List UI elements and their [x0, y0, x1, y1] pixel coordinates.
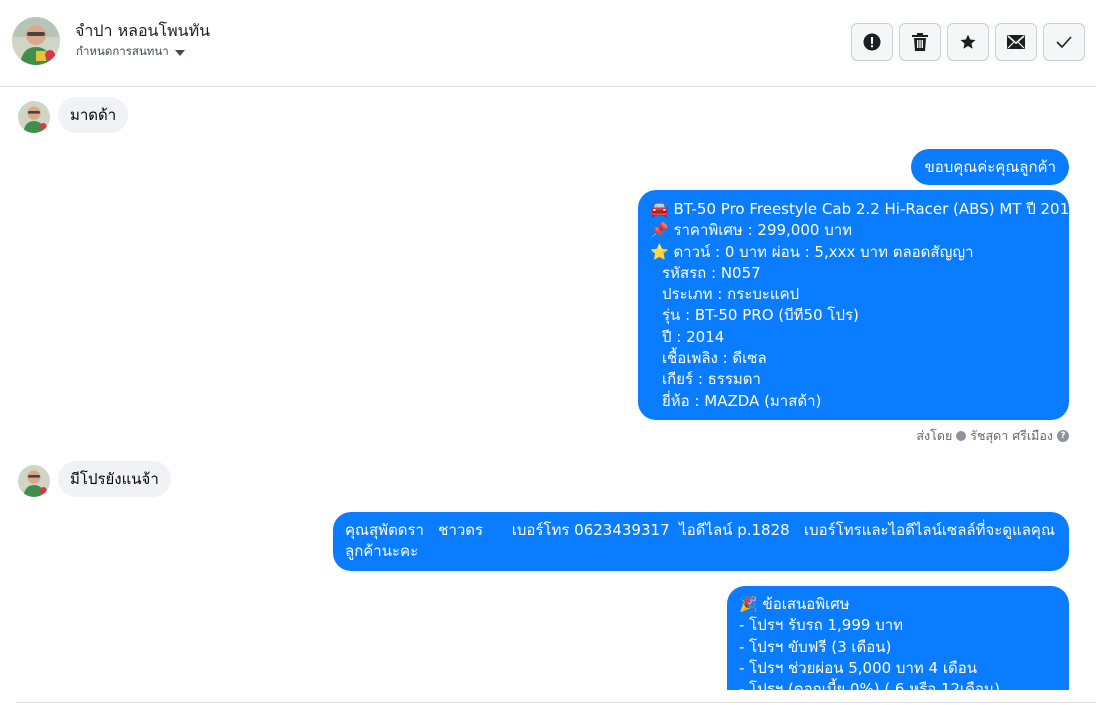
chevron-down-icon — [174, 49, 185, 56]
message-line: รหัสรถ : N057 — [662, 263, 761, 282]
help-icon[interactable]: ? — [1057, 430, 1069, 442]
mark-spam-button[interactable] — [851, 23, 893, 61]
message-line: คุณสุพัตดรา ชาวดร เบอร์โทร 0623439317 ไอ… — [345, 521, 1055, 539]
contact-avatar — [18, 101, 50, 133]
message-line: รุ่น : BT-50 PRO (บีที50 โปร) — [662, 306, 859, 325]
outgoing-message-car-details: 🚘 BT-50 Pro Freestyle Cab 2.2 Hi-Racer (… — [638, 190, 1079, 420]
mark-unread-button[interactable] — [995, 23, 1037, 61]
incoming-message: มาดด้า — [58, 97, 129, 133]
sent-by-prefix: ส่งโดย — [916, 428, 953, 443]
outgoing-message-sales-contact: คุณสุพัตดรา ชาวดร เบอร์โทร 0623439317 ไอ… — [333, 512, 1069, 571]
message-line: ปี : 2014 — [662, 327, 725, 346]
message-line: เกียร์ : ธรรมดา — [662, 370, 761, 389]
delete-button[interactable] — [899, 23, 941, 61]
star-button[interactable] — [947, 23, 989, 61]
contact-name: จำปา หลอนโพนทัน — [75, 21, 211, 40]
message-line: - โปรฯ ช่วยผ่อน 5,000 บาท 4 เดือน — [739, 658, 977, 677]
sent-by-info: ส่งโดย รัชสุดา ศรีเมือง ? — [916, 426, 1069, 446]
outgoing-message-special-offer: 🎉 ข้อเสนอพิเศษ - โปรฯ รับรถ 1,999 บาท - … — [727, 586, 1069, 690]
conversation-header: จำปา หลอนโพนทัน กำหนดการสนทนา — [0, 0, 1096, 87]
incoming-message: มีโปรยังแนจ้า — [58, 461, 171, 497]
message-line: ⭐ ดาวน์ : 0 บาท ผ่อน : 5,xxx บาท ตลอดสัญ… — [650, 242, 974, 261]
trash-icon — [912, 33, 928, 51]
sent-by-name: รัชสุดา ศรีเมือง — [970, 428, 1053, 443]
message-line: ลูกค้านะคะ — [345, 542, 419, 561]
contact-avatar[interactable] — [12, 17, 60, 65]
message-line: - โปรฯ ขับฟรี (3 เดือน) — [739, 637, 892, 656]
verified-icon — [956, 431, 967, 441]
star-icon — [959, 33, 977, 51]
mark-done-button[interactable] — [1043, 23, 1085, 61]
conversation-toolbar — [851, 23, 1085, 61]
envelope-icon — [1007, 35, 1025, 49]
message-line: 📌 ราคาพิเศษ : 299,000 บาท — [650, 221, 853, 240]
message-line: 🚘 BT-50 Pro Freestyle Cab 2.2 Hi-Racer (… — [650, 200, 1079, 218]
exclamation-icon — [863, 33, 881, 51]
message-thread[interactable]: มาดด้า ขอบคุณค่ะคุณลูกค้า 🚘 BT-50 Pro Fr… — [0, 88, 1096, 690]
message-line: - โปรฯ (ดอกเบี้ย 0%) ( 6 หรือ 12เดือน) — [739, 680, 1001, 690]
check-icon — [1056, 36, 1072, 48]
assign-label: กำหนดการสนทนา — [76, 44, 169, 58]
message-line: - โปรฯ รับรถ 1,999 บาท — [739, 616, 904, 635]
assign-conversation-dropdown[interactable]: กำหนดการสนทนา — [76, 43, 185, 61]
message-line: เชื้อเพลิง : ดีเซล — [662, 349, 767, 368]
message-line: ยี่ห้อ : MAZDA (มาสด้า) — [662, 391, 822, 410]
contact-avatar — [18, 465, 50, 497]
message-line: 🎉 ข้อเสนอพิเศษ — [739, 595, 850, 613]
outgoing-message: ขอบคุณค่ะคุณลูกค้า — [911, 149, 1069, 185]
message-line: ประเภท : กระบะแคป — [662, 285, 800, 304]
